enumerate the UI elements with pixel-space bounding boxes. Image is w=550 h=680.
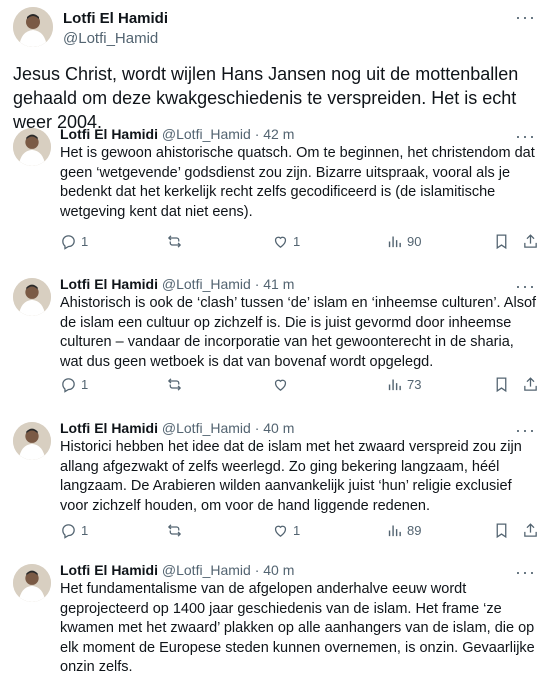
more-dots-icon[interactable]: ···: [515, 277, 536, 295]
reply-button[interactable]: 1: [60, 233, 88, 250]
avatar[interactable]: [13, 128, 51, 166]
reply-bubble-icon: [60, 522, 77, 539]
reply-bubble-icon: [60, 233, 77, 250]
retweet-icon: [166, 522, 183, 539]
reply-header: Lotfi El Hamidi @Lotfi_Hamid · 42 m: [60, 126, 294, 142]
bookmark-icon: [493, 376, 510, 393]
author-handle[interactable]: @Lotfi_Hamid: [162, 126, 251, 142]
avatar[interactable]: [13, 7, 53, 47]
separator-dot: ·: [250, 562, 264, 578]
more-dots-icon[interactable]: ···: [515, 563, 536, 581]
reply-tweet: Lotfi El Hamidi @Lotfi_Hamid · 40 m ··· He…: [0, 554, 550, 680]
views-button[interactable]: 73: [386, 376, 421, 393]
separator-dot: ·: [250, 126, 264, 142]
avatar[interactable]: [13, 278, 51, 316]
bookmark-button[interactable]: [493, 233, 510, 250]
author-handle[interactable]: @Lotfi_Hamid: [162, 562, 251, 578]
reply-bubble-icon: [60, 376, 77, 393]
share-icon: [522, 522, 539, 539]
action-bar: 1 1 90: [60, 233, 537, 253]
more-dots-icon[interactable]: ···: [515, 8, 536, 26]
views-chart-icon: [386, 233, 403, 250]
views-count: 89: [407, 523, 422, 538]
reply-count: 1: [81, 234, 89, 249]
share-icon: [522, 376, 539, 393]
action-bar: 1 1 89: [60, 522, 537, 542]
author-name[interactable]: Lotfi El Hamidi: [60, 276, 158, 292]
reply-button[interactable]: 1: [60, 522, 88, 539]
timestamp[interactable]: 41 m: [263, 276, 294, 292]
share-button[interactable]: [522, 376, 539, 393]
share-icon: [522, 233, 539, 250]
tweet-text: Het is gewoon ahistorische quatsch. Om t…: [60, 145, 535, 220]
author-name[interactable]: Lotfi El Hamidi: [60, 126, 158, 142]
retweet-icon: [166, 376, 183, 393]
like-button[interactable]: 1: [272, 233, 300, 250]
share-button[interactable]: [522, 522, 539, 539]
retweet-button[interactable]: [166, 522, 187, 539]
bookmark-button[interactable]: [493, 522, 510, 539]
reply-header: Lotfi El Hamidi @Lotfi_Hamid · 41 m: [60, 276, 294, 292]
views-chart-icon: [386, 522, 403, 539]
retweet-button[interactable]: [166, 233, 187, 250]
reply-header: Lotfi El Hamidi @Lotfi_Hamid · 40 m: [60, 562, 294, 578]
heart-icon: [272, 376, 289, 393]
timestamp[interactable]: 40 m: [263, 420, 294, 436]
author-name[interactable]: Lotfi El Hamidi: [63, 10, 168, 27]
retweet-icon: [166, 233, 183, 250]
reply-count: 1: [81, 377, 89, 392]
avatar[interactable]: [13, 422, 51, 460]
separator-dot: ·: [250, 420, 264, 436]
reply-tweet: Lotfi El Hamidi @Lotfi_Hamid · 42 m ··· He…: [0, 118, 550, 268]
timestamp[interactable]: 40 m: [263, 562, 294, 578]
bookmark-icon: [493, 522, 510, 539]
tweet-text: Historici hebben het idee dat de islam m…: [60, 439, 522, 514]
heart-icon: [272, 233, 289, 250]
like-count: 1: [293, 523, 301, 538]
main-tweet: Lotfi El Hamidi @Lotfi_Hamid ··· Jesus C…: [0, 0, 550, 132]
action-bar: 1 73: [60, 376, 537, 396]
like-count: 1: [293, 234, 301, 249]
timestamp[interactable]: 42 m: [263, 126, 294, 142]
reply-count: 1: [81, 523, 89, 538]
heart-icon: [272, 522, 289, 539]
views-button[interactable]: 90: [386, 233, 421, 250]
author-name[interactable]: Lotfi El Hamidi: [60, 420, 158, 436]
more-dots-icon[interactable]: ···: [515, 421, 536, 439]
views-count: 90: [407, 234, 422, 249]
retweet-button[interactable]: [166, 376, 187, 393]
author-name[interactable]: Lotfi El Hamidi: [60, 562, 158, 578]
like-button[interactable]: [272, 376, 293, 393]
tweet-text: Ahistorisch is ook de ‘clash’ tussen ‘de…: [60, 295, 537, 370]
reply-tweet: Lotfi El Hamidi @Lotfi_Hamid · 40 m ··· Hi…: [0, 412, 550, 554]
reply-button[interactable]: 1: [60, 376, 88, 393]
author-handle[interactable]: @Lotfi_Hamid: [162, 276, 251, 292]
author-handle[interactable]: @Lotfi_Hamid: [63, 30, 158, 47]
like-button[interactable]: 1: [272, 522, 300, 539]
share-button[interactable]: [522, 233, 539, 250]
reply-tweet: Lotfi El Hamidi @Lotfi_Hamid · 41 m ··· Ah…: [0, 268, 550, 412]
separator-dot: ·: [250, 276, 264, 292]
author-handle[interactable]: @Lotfi_Hamid: [162, 420, 251, 436]
bookmark-button[interactable]: [493, 376, 510, 393]
tweet-text: Het fundamentalisme van de afgelopen and…: [60, 581, 535, 675]
views-count: 73: [407, 377, 422, 392]
views-chart-icon: [386, 376, 403, 393]
reply-header: Lotfi El Hamidi @Lotfi_Hamid · 40 m: [60, 420, 294, 436]
avatar[interactable]: [13, 564, 51, 602]
more-dots-icon[interactable]: ···: [515, 127, 536, 145]
views-button[interactable]: 89: [386, 522, 421, 539]
bookmark-icon: [493, 233, 510, 250]
